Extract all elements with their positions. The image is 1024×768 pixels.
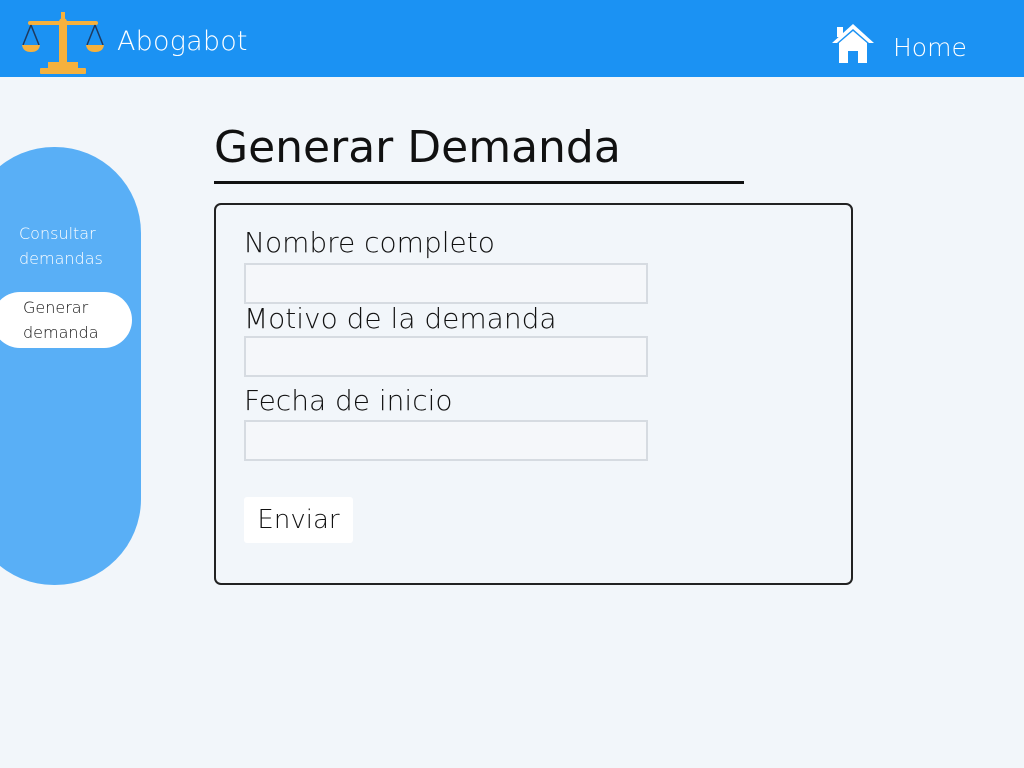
motivo-demanda-label: Motivo de la demanda bbox=[244, 302, 557, 335]
sidebar-item-consultar-demandas[interactable]: Consultar demandas bbox=[19, 221, 103, 271]
nombre-completo-input[interactable] bbox=[244, 263, 648, 304]
fecha-inicio-input[interactable] bbox=[244, 420, 648, 461]
enviar-button[interactable]: Enviar bbox=[244, 497, 353, 543]
sidebar-item-label: demandas bbox=[19, 249, 103, 268]
title-divider bbox=[214, 181, 744, 184]
sidebar-item-label: demanda bbox=[23, 323, 99, 342]
page-title: Generar Demanda bbox=[214, 122, 621, 173]
sidebar-item-label: Generar bbox=[23, 298, 89, 317]
home-icon[interactable] bbox=[829, 21, 877, 65]
app-title: Abogabot bbox=[117, 26, 248, 57]
scales-of-justice-icon bbox=[22, 12, 104, 74]
sidebar-item-generar-demanda[interactable]: Generar demanda bbox=[0, 292, 132, 348]
nombre-completo-label: Nombre completo bbox=[244, 226, 495, 259]
fecha-inicio-label: Fecha de inicio bbox=[244, 384, 453, 417]
top-bar: Abogabot Home bbox=[0, 0, 1024, 77]
home-link[interactable]: Home bbox=[893, 33, 967, 62]
sidebar-item-label: Consultar bbox=[19, 224, 96, 243]
sidebar: Consultar demandas Generar demanda bbox=[0, 147, 141, 585]
demand-form: Nombre completo Motivo de la demanda Fec… bbox=[214, 203, 853, 585]
motivo-demanda-input[interactable] bbox=[244, 336, 648, 377]
